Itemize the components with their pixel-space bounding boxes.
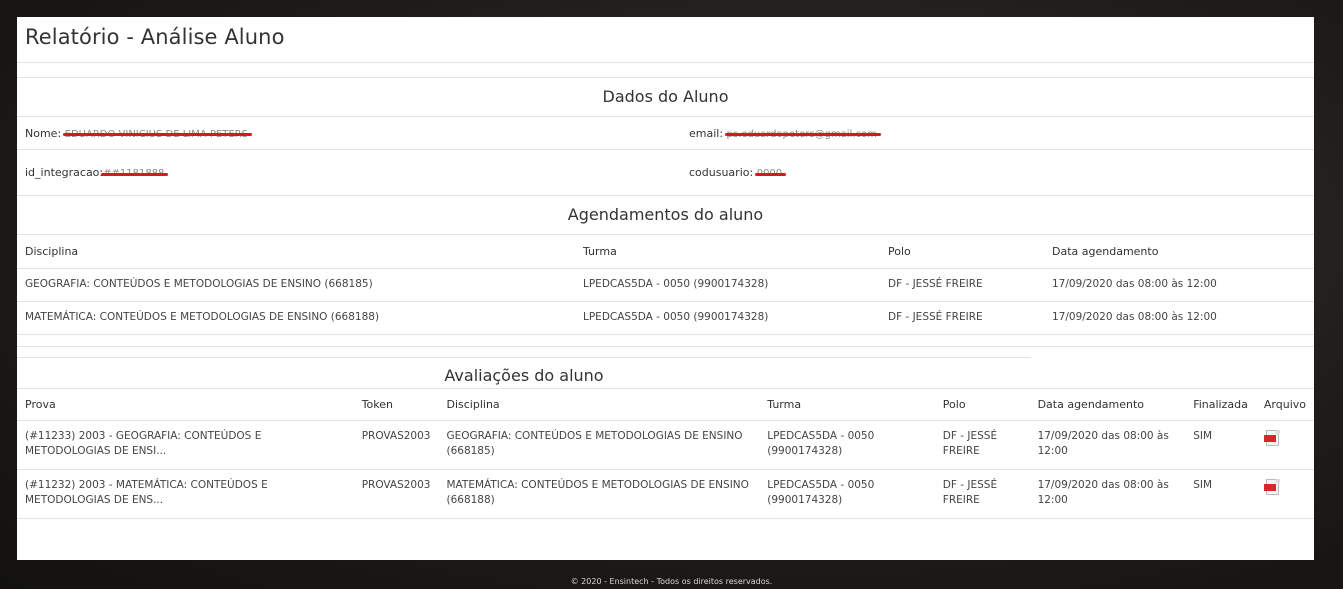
pdf-icon[interactable] [1263, 429, 1282, 447]
title-bar: Relatório - Análise Aluno [17, 17, 1314, 63]
table-row: MATEMÁTICA: CONTEÚDOS E METODOLOGIAS DE … [17, 301, 1314, 335]
redacted-id: ##1181888 [103, 168, 165, 179]
section-title-avaliacoes: Avaliações do aluno [444, 365, 604, 385]
col-prova: Prova [17, 388, 354, 421]
table-row: GEOGRAFIA: CONTEÚDOS E METODOLOGIAS DE E… [17, 268, 1314, 302]
avaliacoes-table: Prova Token Disciplina Turma Polo Data a… [17, 388, 1314, 519]
section-title-dados: Dados do Aluno [17, 78, 1314, 117]
col-polo: Polo [934, 388, 1030, 421]
page-title: Relatório - Análise Aluno [25, 25, 285, 49]
col-disciplina: Disciplina [438, 388, 760, 421]
email-field: email: ps.eduardopeters@gmail.com [689, 126, 877, 140]
col-turma: Turma [759, 388, 935, 421]
nome-field: Nome: EDUARDO VINICIUS DE LIMA PETERS [25, 126, 248, 140]
col-token: Token [353, 388, 439, 421]
col-finalizada: Finalizada [1185, 388, 1256, 421]
redacted-cod: 0000 [756, 168, 783, 179]
footer-text: © 2020 - Ensintech - Todos os direitos r… [570, 577, 773, 586]
col-data: Data agendamento [1029, 388, 1186, 421]
codusuario-field: codusuario: 0000 [689, 166, 783, 179]
col-arquivo: Arquivo [1255, 388, 1314, 421]
id-integracao-field: id_integracao:##1181888 [25, 166, 165, 179]
section-title-agendamentos: Agendamentos do aluno [17, 196, 1314, 235]
redacted-nome: EDUARDO VINICIUS DE LIMA PETERS [64, 128, 248, 140]
col-polo: Polo [880, 235, 1044, 269]
report-card: Relatório - Análise Aluno Dados do Aluno… [17, 17, 1314, 560]
info-row-1: Nome: EDUARDO VINICIUS DE LIMA PETERS em… [17, 117, 1314, 150]
col-disciplina: Disciplina [17, 235, 575, 269]
col-data: Data agendamento [1044, 235, 1314, 269]
agendamentos-table: Disciplina Turma Polo Data agendamento G… [17, 235, 1314, 335]
info-row-2: id_integracao:##1181888 codusuario: 0000 [17, 150, 1314, 196]
table-row: (#11232) 2003 - MATEMÁTICA: CONTEÚDOS E … [17, 469, 1314, 519]
pdf-icon[interactable] [1263, 478, 1282, 496]
redacted-email: ps.eduardopeters@gmail.com [726, 128, 877, 140]
table-row: (#11233) 2003 - GEOGRAFIA: CONTEÚDOS E M… [17, 420, 1314, 470]
col-turma: Turma [575, 235, 880, 269]
